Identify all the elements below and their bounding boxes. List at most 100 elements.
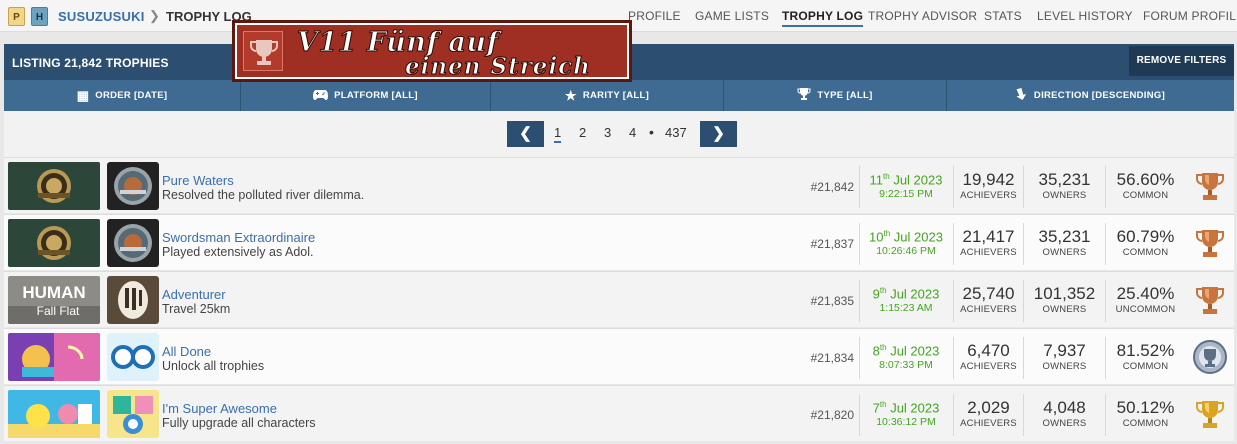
nav-game-lists[interactable]: GAME LISTS	[695, 9, 769, 23]
earned-day: 8	[872, 343, 880, 359]
owners-count: 101,352	[1033, 284, 1096, 303]
filter-type[interactable]: TYPE [ALL]	[724, 80, 947, 111]
rarity-label: COMMON	[1122, 247, 1169, 258]
nav-trophy-advisor[interactable]: TROPHY ADVISOR	[868, 9, 977, 23]
filter-order-label: ORDER [DATE]	[95, 90, 168, 101]
gamepad-icon	[313, 88, 329, 103]
rarity-stat: 81.52% COMMON	[1105, 337, 1185, 379]
game-image[interactable]	[8, 219, 100, 267]
trophy-row: All Done Unlock all trophies #21,834 8th…	[4, 328, 1234, 384]
platform-badge-h: H	[31, 7, 48, 26]
earned-time: 10:36:12 PM	[876, 416, 936, 429]
filter-rarity[interactable]: ★ RARITY [ALL]	[491, 80, 724, 111]
rarity-stat: 50.12% COMMON	[1105, 394, 1185, 436]
filter-platform[interactable]: PLATFORM [ALL]	[241, 80, 491, 111]
achievers-stat: 2,029 ACHIEVERS	[953, 394, 1023, 436]
filter-bar: ▦ ORDER [DATE] PLATFORM [ALL] ★ RARITY […	[4, 80, 1234, 111]
trophy-row: I'm Super Awesome Fully upgrade all char…	[4, 385, 1234, 441]
star-icon: ★	[564, 87, 577, 103]
owners-stat: 7,937 OWNERS	[1023, 337, 1105, 379]
trophy-description: Resolved the polluted river dilemma.	[162, 188, 365, 202]
owners-stat: 4,048 OWNERS	[1023, 394, 1105, 436]
trophy-image[interactable]	[107, 219, 159, 267]
nav-forum-profile[interactable]: FORUM PROFILE	[1143, 9, 1237, 23]
grid-icon: ▦	[76, 87, 90, 103]
pagination: ❮ 1 2 3 4 • 437 ❯	[4, 111, 1234, 157]
achievers-label: ACHIEVERS	[960, 190, 1017, 201]
game-image[interactable]: HUMAN Fall Flat	[8, 276, 100, 324]
nav-profile[interactable]: PROFILE	[628, 9, 681, 23]
trophy-name-link[interactable]: Adventurer	[162, 287, 226, 302]
remove-filters-button[interactable]: REMOVE FILTERS	[1129, 46, 1234, 76]
rarity-percent: 50.12%	[1116, 398, 1175, 417]
nav-level-history[interactable]: LEVEL HISTORY	[1037, 9, 1133, 23]
owners-count: 4,048	[1043, 398, 1086, 417]
achievers-stat: 6,470 ACHIEVERS	[953, 337, 1023, 379]
achievers-count: 19,942	[962, 170, 1015, 189]
earned-date: 10th Jul 2023 10:26:46 PM	[859, 223, 952, 265]
trophy-rank: #21,834	[810, 351, 854, 365]
achievers-label: ACHIEVERS	[960, 247, 1017, 258]
achievers-stat: 25,740 ACHIEVERS	[953, 280, 1023, 322]
achievers-label: ACHIEVERS	[960, 418, 1017, 429]
page-2[interactable]: 2	[579, 125, 586, 140]
bronze-trophy-icon	[1192, 168, 1228, 204]
achievers-count: 2,029	[967, 398, 1010, 417]
nav-trophy-log[interactable]: TROPHY LOG	[782, 9, 864, 27]
gold-trophy-icon	[1192, 396, 1228, 432]
prev-page-button[interactable]: ❮	[507, 121, 544, 147]
earned-month: Jul 2023	[893, 229, 943, 245]
trophy-rank: #21,842	[810, 180, 854, 194]
page-3[interactable]: 3	[604, 125, 611, 140]
rarity-label: COMMON	[1122, 418, 1169, 429]
earned-day-suffix: th	[879, 400, 887, 409]
arrow-down-icon	[1016, 87, 1028, 104]
trophy-image[interactable]	[107, 162, 159, 210]
filter-direction[interactable]: DIRECTION [DESCENDING]	[947, 80, 1234, 111]
filter-platform-label: PLATFORM [ALL]	[334, 90, 418, 101]
game-image[interactable]	[8, 333, 100, 381]
owners-count: 35,231	[1038, 227, 1091, 246]
achievers-label: ACHIEVERS	[960, 304, 1017, 315]
game-image[interactable]	[8, 162, 100, 210]
filter-order[interactable]: ▦ ORDER [DATE]	[4, 80, 241, 111]
platinum-trophy-icon	[1192, 339, 1228, 375]
page-1[interactable]: 1	[554, 125, 562, 143]
earned-day: 11	[869, 172, 884, 188]
earned-month: Jul 2023	[890, 286, 940, 302]
achievers-stat: 19,942 ACHIEVERS	[953, 166, 1023, 208]
rarity-percent: 60.79%	[1116, 227, 1175, 246]
banner-trophy-icon	[243, 31, 283, 71]
owners-count: 7,937	[1043, 341, 1086, 360]
bronze-trophy-icon	[1192, 282, 1228, 318]
trophy-name-link[interactable]: I'm Super Awesome	[162, 401, 277, 416]
rarity-stat: 60.79% COMMON	[1105, 223, 1185, 265]
trophy-name-link[interactable]: Swordsman Extraordinaire	[162, 230, 315, 245]
trophy-banner: V11 Fünf auf einen Streich	[232, 20, 632, 82]
owners-label: OWNERS	[1042, 190, 1087, 201]
earned-day: 9	[872, 286, 880, 302]
earned-day: 7	[872, 400, 880, 416]
earned-month: Jul 2023	[893, 172, 943, 188]
trophy-name-link[interactable]: Pure Waters	[162, 173, 234, 188]
breadcrumb-user-link[interactable]: SUSUZUSUKI	[58, 9, 145, 24]
trophy-image[interactable]	[107, 276, 159, 324]
achievers-stat: 21,417 ACHIEVERS	[953, 223, 1023, 265]
achievers-count: 21,417	[962, 227, 1015, 246]
nav-stats[interactable]: STATS	[984, 9, 1022, 23]
trophy-image[interactable]	[107, 390, 159, 438]
trophy-image[interactable]	[107, 333, 159, 381]
earned-time: 1:15:23 AM	[879, 302, 933, 315]
next-page-button[interactable]: ❯	[700, 121, 737, 147]
trophy-row: HUMAN Fall Flat Adventurer Travel 25km #2…	[4, 271, 1234, 327]
owners-label: OWNERS	[1042, 361, 1087, 372]
page-4[interactable]: 4	[629, 125, 636, 140]
filter-type-label: TYPE [ALL]	[817, 90, 873, 101]
owners-label: OWNERS	[1042, 418, 1087, 429]
achievers-count: 6,470	[967, 341, 1010, 360]
page-last[interactable]: 437	[665, 125, 687, 140]
trophy-name-link[interactable]: All Done	[162, 344, 211, 359]
earned-time: 9:22:15 PM	[879, 188, 933, 201]
owners-count: 35,231	[1038, 170, 1091, 189]
game-image[interactable]	[8, 390, 100, 438]
